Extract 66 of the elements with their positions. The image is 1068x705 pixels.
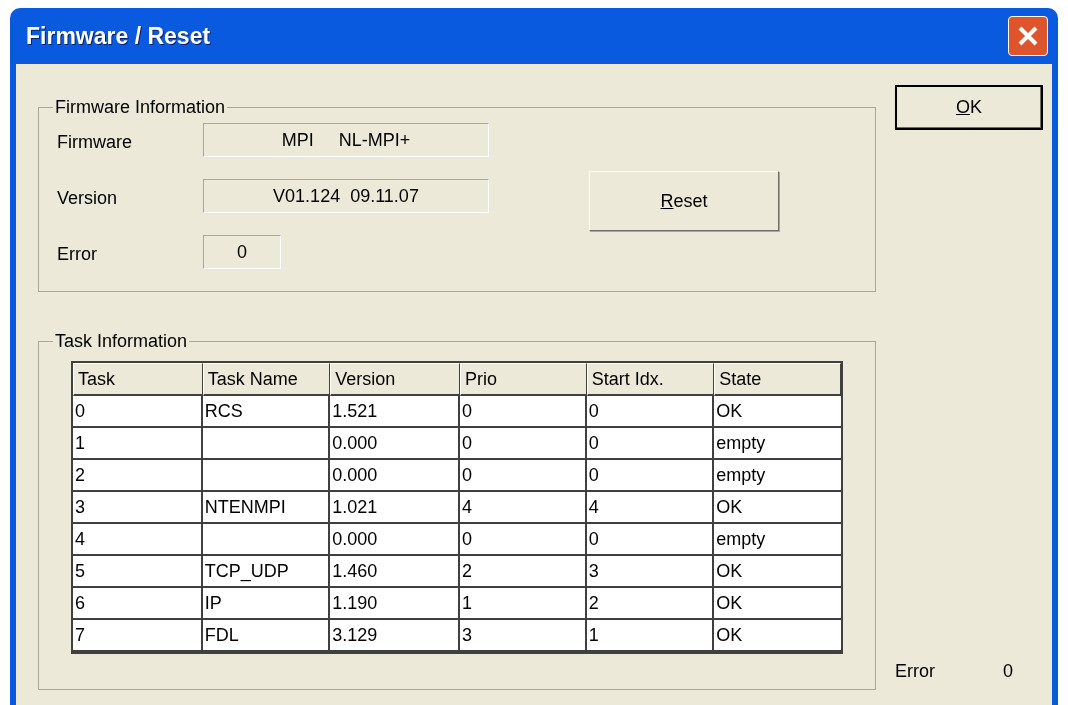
- read-only-field: 0: [203, 235, 281, 269]
- table-cell: 6: [73, 588, 203, 620]
- table-cell: 3: [460, 620, 587, 652]
- field-label: Error: [57, 242, 98, 266]
- column-header[interactable]: Task: [73, 363, 203, 396]
- table-cell: TCP_UDP: [202, 556, 331, 588]
- table-cell: RCS: [202, 396, 331, 428]
- table-cell: 0: [460, 524, 587, 556]
- table-cell: 1.190: [330, 588, 460, 620]
- column-header[interactable]: Task Name: [202, 363, 331, 396]
- status-value: 0: [1003, 660, 1013, 683]
- table-cell: 0: [586, 428, 715, 460]
- group-title: Task Information: [54, 330, 189, 353]
- table-cell: 3: [73, 492, 203, 524]
- table-cell: 7: [73, 620, 203, 652]
- table-cell: FDL: [202, 620, 331, 652]
- table-cell: 0: [586, 460, 715, 492]
- table-cell: 0: [586, 524, 715, 556]
- table-cell: 0: [460, 460, 587, 492]
- table-cell: NTENMPI: [202, 492, 331, 524]
- group-title: Firmware Information: [54, 96, 227, 119]
- status-label: Error: [895, 660, 935, 683]
- table-cell: 1: [460, 588, 587, 620]
- table-cell: 3: [586, 556, 715, 588]
- table-cell: OK: [714, 556, 841, 588]
- table-cell: 1.021: [330, 492, 460, 524]
- ok-button[interactable]: OK: [895, 85, 1043, 130]
- table-cell: OK: [714, 588, 841, 620]
- table-cell: empty: [714, 428, 841, 460]
- table-cell: 4: [460, 492, 587, 524]
- table-cell: 4: [586, 492, 715, 524]
- window-title: Firmware / Reset: [26, 21, 211, 51]
- table-cell: OK: [714, 492, 841, 524]
- table-cell: OK: [714, 620, 841, 652]
- table-cell: 0: [460, 396, 587, 428]
- table-cell: 0.000: [330, 460, 460, 492]
- table-cell: 1.521: [330, 396, 460, 428]
- read-only-field: MPI NL-MPI+: [203, 123, 489, 157]
- read-only-field: V01.124 09.11.07: [203, 179, 489, 213]
- reset-button[interactable]: Reset: [589, 171, 779, 231]
- close-button[interactable]: [1008, 16, 1048, 56]
- table-cell: empty: [714, 524, 841, 556]
- table-cell: 2: [73, 460, 203, 492]
- table-cell: 1: [73, 428, 203, 460]
- field-label: Firmware: [57, 130, 133, 154]
- table-cell: 0.000: [330, 524, 460, 556]
- table-cell: OK: [714, 396, 841, 428]
- column-header[interactable]: Version: [330, 363, 460, 396]
- table-cell: 4: [73, 524, 203, 556]
- table-cell: 5: [73, 556, 203, 588]
- table-cell: 1.460: [330, 556, 460, 588]
- table-cell: 3.129: [330, 620, 460, 652]
- table-cell: 0.000: [330, 428, 460, 460]
- close-icon: [1017, 25, 1039, 47]
- column-header[interactable]: Start Idx.: [586, 363, 715, 396]
- table-cell: 2: [586, 588, 715, 620]
- table-cell: IP: [202, 588, 331, 620]
- table-cell: 0: [586, 396, 715, 428]
- table-cell: 0: [460, 428, 587, 460]
- table-cell: 1: [586, 620, 715, 652]
- column-header[interactable]: Prio: [460, 363, 587, 396]
- column-header[interactable]: State: [714, 363, 841, 396]
- table-cell: 0: [73, 396, 203, 428]
- field-label: Version: [57, 186, 119, 210]
- table-cell: 2: [460, 556, 587, 588]
- table-cell: empty: [714, 460, 841, 492]
